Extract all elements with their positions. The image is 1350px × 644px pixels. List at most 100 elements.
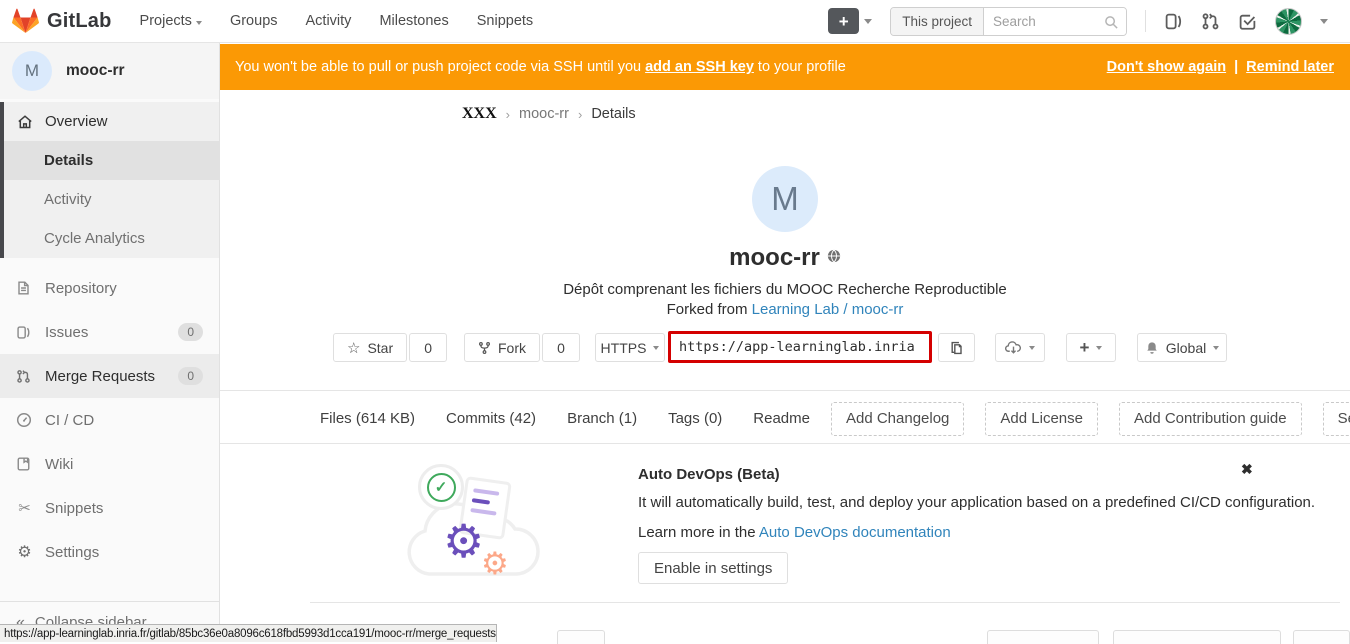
sidebar-item-label: Details [44,152,93,169]
sidebar-item-issues[interactable]: Issues 0 [0,310,219,354]
star-group: Star 0 [333,333,447,362]
setup-cicd-button[interactable]: Set up CI/CD [1323,402,1350,436]
issues-icon [16,325,33,340]
sidebar-item-merge-requests[interactable]: Merge Requests 0 [0,354,219,398]
banner-text-after: to your profile [754,59,846,75]
breadcrumb: XXX › mooc-rr › Details [462,105,636,123]
sidebar-item-cycle-analytics[interactable]: Cycle Analytics [4,219,219,258]
new-menu-button[interactable] [828,8,872,34]
auto-devops-illustration: ⚙ ⚙ [405,456,540,591]
merge-requests-count-badge: 0 [178,367,203,385]
navbar-link-groups[interactable]: Groups [230,13,278,29]
copy-url-button[interactable] [938,333,975,362]
protocol-label: HTTPS [601,340,647,356]
add-ssh-key-link[interactable]: add an SSH key [645,59,754,75]
gitlab-tanuki-icon [12,8,39,34]
dont-show-again-link[interactable]: Don't show again [1107,59,1226,75]
breadcrumb-group[interactable]: XXX [462,105,497,123]
sidebar-item-details[interactable]: Details [4,141,219,180]
add-license-button[interactable]: Add License [985,402,1098,436]
sidebar-item-label: Wiki [45,456,73,473]
divider [310,602,1340,603]
navbar-link-activity[interactable]: Activity [306,13,352,29]
fork-count[interactable]: 0 [542,333,580,362]
star-label: Star [367,340,393,356]
tab-branch[interactable]: Branch (1) [567,410,637,427]
close-icon[interactable] [1241,461,1253,478]
tab-files[interactable]: Files (614 KB) [320,410,415,427]
sidebar-item-settings[interactable]: ⚙ Settings [0,530,219,574]
todo-check-icon [1238,12,1257,31]
cloud-download-icon [1005,340,1022,355]
forked-from-line: Forked from Learning Lab / mooc-rr [220,301,1350,318]
navbar-link-projects[interactable]: Projects [140,13,202,29]
gitlab-logo[interactable]: GitLab [0,8,112,34]
navbar-links: Projects Groups Activity Milestones Snip… [140,13,534,29]
enable-in-settings-button[interactable]: Enable in settings [638,552,788,584]
home-icon [17,114,34,130]
sidebar-item-wiki[interactable]: Wiki [0,442,219,486]
ssh-warning-banner: You won't be able to pull or push projec… [220,44,1350,90]
public-globe-icon [827,249,841,263]
protocol-dropdown[interactable]: HTTPS [595,333,665,362]
star-button[interactable]: Star [333,333,407,362]
chevron-down-icon [1320,19,1328,24]
banner-actions: Don't show again | Remind later [1107,59,1334,75]
add-contribution-guide-button[interactable]: Add Contribution guide [1119,402,1302,436]
search-box [984,8,1126,35]
issues-icon [1164,12,1183,31]
navbar-link-snippets[interactable]: Snippets [477,13,533,29]
notification-dropdown[interactable]: Global [1137,333,1227,362]
issues-dashboard-button[interactable] [1164,12,1183,31]
sidebar-item-overview[interactable]: Overview [4,102,219,141]
fork-button[interactable]: Fork [464,333,540,362]
tab-commits[interactable]: Commits (42) [446,410,536,427]
book-icon [16,456,33,472]
fork-icon [478,341,491,355]
merge-request-icon [16,369,33,384]
add-changelog-button[interactable]: Add Changelog [831,402,964,436]
user-avatar [1275,8,1302,35]
sidebar-item-repository[interactable]: Repository [0,266,219,310]
check-circle-icon [427,473,456,502]
sidebar-section-overview: Overview Details Activity Cycle Analytic… [0,102,219,258]
forked-from-link[interactable]: Learning Lab / mooc-rr [752,301,904,318]
todos-button[interactable] [1238,12,1257,31]
gauge-icon [16,412,33,428]
sidebar-project-header[interactable]: M mooc-rr [0,43,219,99]
auto-devops-doc-link[interactable]: Auto DevOps documentation [759,524,951,541]
breadcrumb-separator: › [506,107,510,122]
status-bar-url: https://app-learninglab.inria.fr/gitlab/… [4,628,496,640]
tab-tags[interactable]: Tags (0) [668,410,722,427]
clone-url-input[interactable] [668,331,932,363]
breadcrumb-project[interactable]: mooc-rr [519,106,569,122]
tab-readme[interactable]: Readme [753,410,810,427]
speech-bubble [418,464,464,510]
sidebar-item-label: Snippets [45,500,103,517]
search-group: This project [890,7,1127,36]
divider [220,390,1350,391]
sidebar-item-label: CI / CD [45,412,94,429]
remind-later-link[interactable]: Remind later [1246,59,1334,75]
user-menu-button[interactable] [1275,8,1302,35]
auto-devops-title: Auto DevOps (Beta) [638,466,780,483]
sidebar-item-cicd[interactable]: CI / CD [0,398,219,442]
clipboard-icon [949,340,964,356]
divider [1145,10,1146,32]
sidebar-item-snippets[interactable]: ✂ Snippets [0,486,219,530]
download-dropdown[interactable] [995,333,1045,362]
status-bar: https://app-learninglab.inria.fr/gitlab/… [0,624,497,642]
project-title-row: mooc-rr [220,244,1350,272]
star-count[interactable]: 0 [409,333,447,362]
merge-requests-dashboard-button[interactable] [1201,12,1220,31]
navbar-right: This project [828,7,1350,36]
sidebar-item-label: Issues [45,324,88,341]
scissors-icon: ✂ [16,499,33,517]
create-new-dropdown[interactable]: + [1066,333,1116,362]
fork-group: Fork 0 [464,333,580,362]
navbar-link-milestones[interactable]: Milestones [379,13,448,29]
forked-prefix: Forked from [667,301,752,318]
search-scope-label: This project [891,8,984,35]
sidebar-item-activity[interactable]: Activity [4,180,219,219]
chevron-down-icon [653,346,659,350]
